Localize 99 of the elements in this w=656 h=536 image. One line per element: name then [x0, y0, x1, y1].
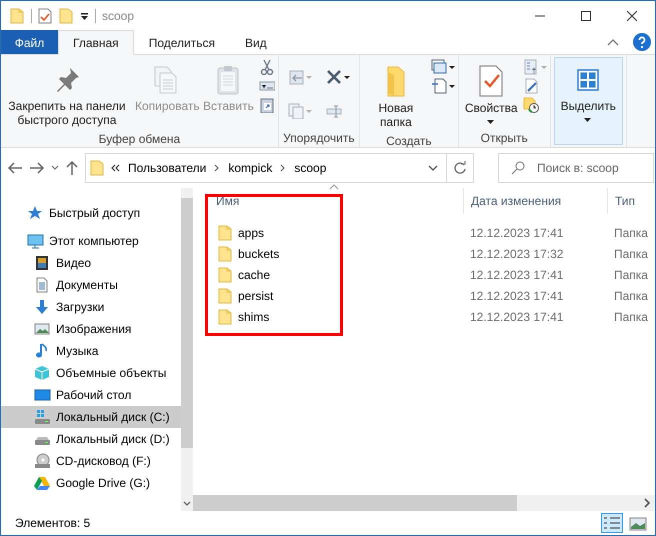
nav-item[interactable]: Видео [1, 252, 181, 274]
help-icon[interactable] [633, 33, 651, 51]
open-icon[interactable] [522, 59, 547, 75]
modified-date: 12.12.2023 17:41 [469, 266, 564, 284]
file-menu-tab[interactable]: Файл [1, 30, 58, 54]
nav-item[interactable]: Музыка [1, 340, 181, 362]
recent-locations-icon[interactable] [51, 165, 59, 171]
picture-icon [34, 321, 51, 337]
nav-item[interactable]: Загрузки [1, 296, 181, 318]
group-label: Создать [385, 133, 433, 150]
delete-icon[interactable] [326, 69, 350, 85]
down-arrow-icon [34, 299, 51, 315]
modified-date: 12.12.2023 17:41 [469, 308, 564, 326]
ribbon-tab[interactable]: Вид [230, 30, 282, 54]
nav-item[interactable]: Локальный диск (D:) [1, 428, 181, 450]
new-item-icon[interactable] [430, 59, 455, 75]
easy-access-icon[interactable] [430, 78, 455, 94]
refresh-button[interactable] [447, 153, 474, 183]
file-name[interactable]: persist [238, 286, 274, 304]
move-to-icon[interactable] [288, 69, 312, 85]
group-label: Открыть [480, 130, 529, 147]
ribbon-button[interactable]: Выделить [554, 57, 623, 145]
file-name[interactable]: shims [238, 308, 270, 326]
scroll-right-icon[interactable] [643, 498, 651, 508]
nav-item[interactable]: Быстрый доступ [1, 202, 181, 224]
scrollbar[interactable] [181, 188, 193, 511]
search-box[interactable]: Поиск в: scoop [498, 153, 654, 183]
scissors-icon[interactable] [258, 59, 275, 75]
search-icon [511, 161, 525, 175]
dropdown-icon[interactable] [80, 12, 89, 20]
nav-item[interactable]: Изображения [1, 318, 181, 340]
file-name[interactable]: cache [238, 266, 270, 284]
nav-item[interactable]: CD-дисковод (F:) [1, 450, 181, 472]
overflow-icon[interactable] [110, 163, 120, 173]
caret-icon[interactable] [584, 117, 592, 123]
collapse-ribbon-icon[interactable] [607, 38, 619, 46]
cube-icon [34, 365, 51, 381]
film-icon [34, 255, 51, 271]
nav-item[interactable]: Рабочий стол [1, 384, 181, 406]
breadcrumb[interactable]: Пользователи [126, 159, 208, 177]
modified-date: 12.12.2023 17:32 [469, 246, 564, 262]
file-type: Папка [613, 246, 648, 262]
refresh-icon[interactable] [453, 161, 467, 175]
ribbon-tab[interactable]: Поделиться [134, 30, 230, 54]
ribbon-button[interactable]: Закрепить на панели быстрого доступа [4, 57, 130, 130]
scroll-thumb[interactable] [181, 198, 193, 448]
up-icon[interactable] [65, 160, 79, 176]
nav-item[interactable]: Этот компьютер [1, 230, 181, 252]
folder-icon [217, 266, 233, 282]
folder-icon [217, 246, 233, 262]
nav-item[interactable]: Документы [1, 274, 181, 296]
dropdown-icon[interactable] [428, 165, 438, 171]
properties-icon[interactable] [38, 8, 52, 24]
back-icon[interactable] [7, 161, 23, 175]
folder-icon [217, 224, 233, 240]
folder-icon [9, 8, 25, 24]
computer-icon [27, 233, 44, 249]
ribbon-tab[interactable]: Главная [58, 30, 134, 55]
ribbon-button[interactable]: Новая папка [362, 57, 429, 132]
triangle-logo-icon [34, 475, 51, 491]
file-type: Папка [613, 288, 648, 304]
drive-icon [34, 409, 51, 425]
caret-icon[interactable] [487, 119, 496, 125]
disc-drive-icon [34, 453, 51, 469]
modified-date: 12.12.2023 17:41 [469, 224, 564, 242]
file-name[interactable]: apps [238, 224, 264, 242]
file-name[interactable]: buckets [238, 244, 280, 262]
item-count: Элементов: 5 [15, 515, 90, 532]
ribbon-button[interactable]: Свойства [462, 57, 521, 128]
desktop-icon [34, 387, 51, 403]
column-header[interactable]: Дата изменения [463, 188, 607, 214]
maximize-icon[interactable] [581, 11, 591, 21]
breadcrumb[interactable]: scoop [292, 159, 328, 177]
search-field[interactable]: Поиск в: scoop [535, 158, 655, 178]
nav-item[interactable]: Локальный диск (C:) [1, 406, 181, 428]
file-type: Папка [613, 224, 648, 242]
file-type: Папка [613, 308, 648, 326]
folder-icon [217, 288, 233, 304]
chevron-icon [214, 164, 220, 172]
column-header[interactable]: Тип [607, 188, 636, 214]
group-label: Буфер обмена [98, 131, 182, 148]
star-icon [27, 205, 44, 221]
group-label: Упорядочить [282, 130, 356, 147]
forward-icon[interactable] [29, 161, 45, 175]
modified-date: 12.12.2023 17:41 [469, 288, 564, 304]
breadcrumb[interactable]: kompick [226, 159, 274, 177]
close-icon[interactable] [627, 11, 637, 21]
paste-shortcut-icon[interactable] [258, 97, 275, 113]
scroll-thumb[interactable] [193, 495, 517, 511]
file-type: Папка [613, 266, 648, 284]
folder-icon [217, 308, 233, 324]
chevron-icon [280, 164, 286, 172]
nav-item[interactable]: Google Drive (G:) [1, 472, 181, 494]
address-field[interactable]: Пользователи kompick scoop [85, 153, 447, 183]
scrollbar[interactable] [193, 495, 655, 511]
column-header[interactable]: Имя [201, 188, 463, 214]
nav-item[interactable]: Объемные объекты [1, 362, 181, 384]
folder-icon [90, 160, 104, 176]
window-title: scoop [102, 8, 134, 25]
